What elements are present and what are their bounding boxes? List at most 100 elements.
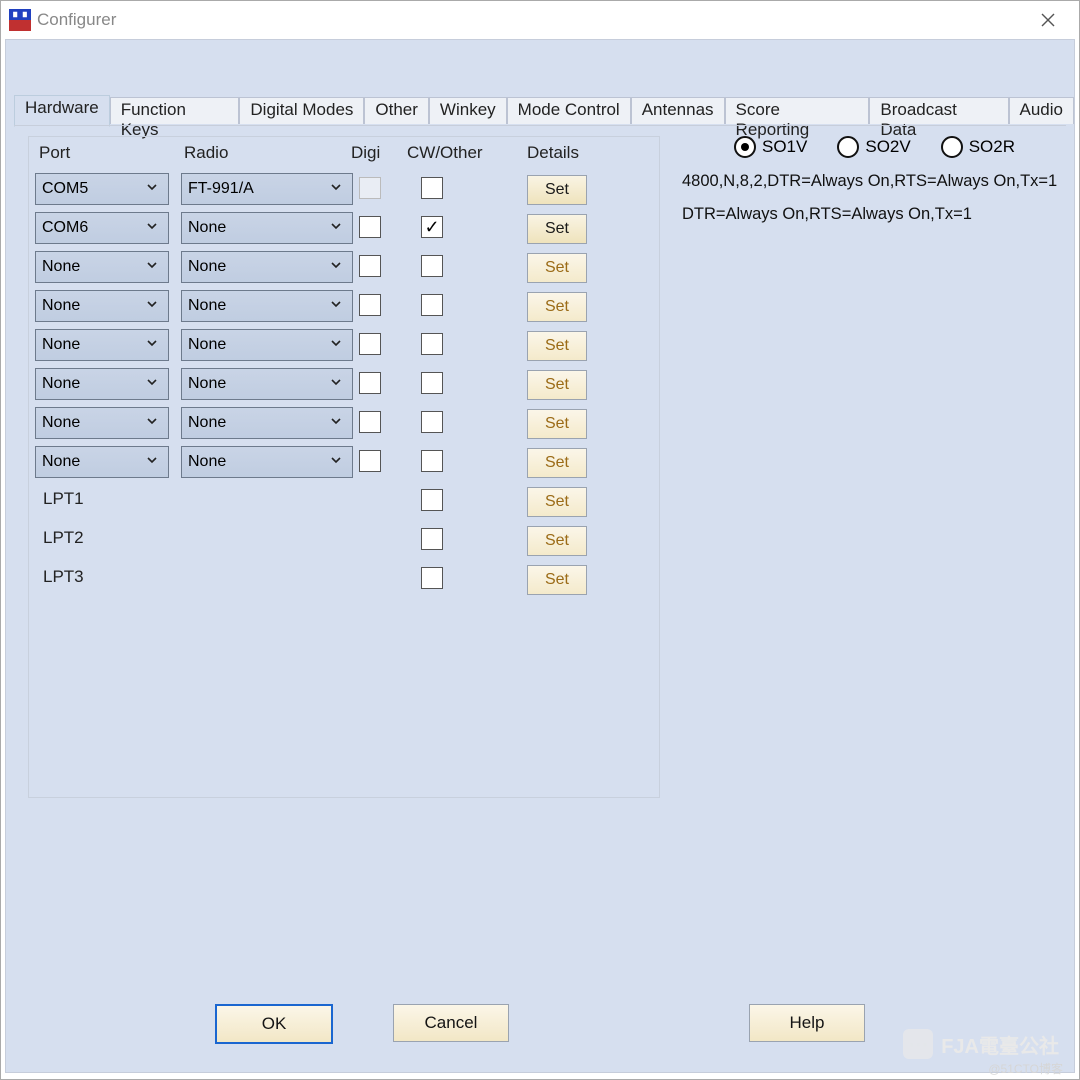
- radio-label: SO2R: [969, 137, 1015, 157]
- cw-checkbox[interactable]: [421, 528, 443, 550]
- port-combo[interactable]: None: [35, 446, 169, 478]
- mode-radio-so1v[interactable]: SO1V: [734, 136, 807, 158]
- radio-value: None: [188, 453, 226, 471]
- port-row: LPT2Set: [29, 524, 659, 558]
- port-value: None: [42, 414, 80, 432]
- mode-radio-so2r[interactable]: SO2R: [941, 136, 1015, 158]
- port-combo[interactable]: None: [35, 407, 169, 439]
- port-value: COM6: [42, 219, 88, 237]
- cw-checkbox[interactable]: [421, 450, 443, 472]
- port-value: None: [42, 375, 80, 393]
- mode-radio-so2v[interactable]: SO2V: [837, 136, 910, 158]
- digi-checkbox[interactable]: [359, 450, 381, 472]
- radio-combo[interactable]: None: [181, 212, 353, 244]
- col-header-radio: Radio: [184, 143, 228, 163]
- tab-other[interactable]: Other: [364, 97, 429, 124]
- cw-checkbox[interactable]: [421, 216, 443, 238]
- digi-checkbox[interactable]: [359, 255, 381, 277]
- row-detail-text: 4800,N,8,2,DTR=Always On,RTS=Always On,T…: [682, 172, 1066, 191]
- radio-combo[interactable]: None: [181, 251, 353, 283]
- cancel-button[interactable]: Cancel: [393, 1004, 509, 1042]
- tab-score-reporting[interactable]: Score Reporting: [725, 97, 870, 124]
- hardware-panel: Port Radio Digi CW/Other Details COM5FT-…: [14, 125, 1066, 952]
- cw-checkbox[interactable]: [421, 411, 443, 433]
- chevron-down-icon: [142, 258, 162, 276]
- digi-checkbox[interactable]: [359, 333, 381, 355]
- port-value: None: [42, 453, 80, 471]
- tab-winkey[interactable]: Winkey: [429, 97, 507, 124]
- tab-strip: HardwareFunction KeysDigital ModesOtherW…: [14, 97, 1074, 124]
- tab-hardware[interactable]: Hardware: [14, 95, 110, 127]
- window-title: Configurer: [37, 10, 116, 30]
- radio-value: None: [188, 219, 226, 237]
- cw-checkbox[interactable]: [421, 567, 443, 589]
- set-button[interactable]: Set: [527, 214, 587, 244]
- set-button[interactable]: Set: [527, 253, 587, 283]
- radio-combo[interactable]: FT-991/A: [181, 173, 353, 205]
- radio-icon: [941, 136, 963, 158]
- close-button[interactable]: [1025, 5, 1071, 35]
- ok-button[interactable]: OK: [215, 1004, 333, 1044]
- digi-checkbox[interactable]: [359, 216, 381, 238]
- tab-broadcast-data[interactable]: Broadcast Data: [869, 97, 1008, 124]
- col-header-cw: CW/Other: [407, 143, 483, 163]
- cw-checkbox[interactable]: [421, 489, 443, 511]
- digi-checkbox[interactable]: [359, 294, 381, 316]
- tab-digital-modes[interactable]: Digital Modes: [239, 97, 364, 124]
- port-combo[interactable]: None: [35, 329, 169, 361]
- digi-checkbox[interactable]: [359, 411, 381, 433]
- radio-label: SO2V: [865, 137, 910, 157]
- tab-function-keys[interactable]: Function Keys: [110, 97, 240, 124]
- help-button[interactable]: Help: [749, 1004, 865, 1042]
- ports-group: Port Radio Digi CW/Other Details COM5FT-…: [28, 136, 660, 798]
- radio-combo[interactable]: None: [181, 368, 353, 400]
- cw-checkbox[interactable]: [421, 372, 443, 394]
- cw-checkbox[interactable]: [421, 255, 443, 277]
- port-label: LPT3: [43, 567, 84, 587]
- port-value: None: [42, 336, 80, 354]
- radio-combo[interactable]: None: [181, 446, 353, 478]
- cw-checkbox[interactable]: [421, 333, 443, 355]
- cw-checkbox[interactable]: [421, 177, 443, 199]
- port-row: None None Set: [29, 446, 659, 480]
- port-row: None None Set: [29, 407, 659, 441]
- set-button[interactable]: Set: [527, 292, 587, 322]
- set-button[interactable]: Set: [527, 565, 587, 595]
- radio-icon: [837, 136, 859, 158]
- set-button[interactable]: Set: [527, 409, 587, 439]
- set-button[interactable]: Set: [527, 526, 587, 556]
- right-area: SO1V SO2V SO2R 4800,N,8,2,DTR=Always On,RT…: [674, 136, 1066, 224]
- cw-checkbox[interactable]: [421, 294, 443, 316]
- port-combo[interactable]: None: [35, 251, 169, 283]
- radio-value: None: [188, 297, 226, 315]
- radio-combo[interactable]: None: [181, 290, 353, 322]
- port-combo[interactable]: None: [35, 290, 169, 322]
- titlebar: Configurer: [1, 1, 1079, 39]
- port-combo[interactable]: None: [35, 368, 169, 400]
- col-header-digi: Digi: [351, 143, 380, 163]
- tab-mode-control[interactable]: Mode Control: [507, 97, 631, 124]
- chevron-down-icon: [142, 336, 162, 354]
- set-button[interactable]: Set: [527, 487, 587, 517]
- port-combo[interactable]: COM6: [35, 212, 169, 244]
- chevron-down-icon: [326, 219, 346, 237]
- chevron-down-icon: [326, 375, 346, 393]
- set-button[interactable]: Set: [527, 175, 587, 205]
- chevron-down-icon: [326, 414, 346, 432]
- digi-checkbox[interactable]: [359, 372, 381, 394]
- port-value: None: [42, 297, 80, 315]
- set-button[interactable]: Set: [527, 370, 587, 400]
- port-row: COM6 None Set: [29, 212, 659, 246]
- tab-antennas[interactable]: Antennas: [631, 97, 725, 124]
- radio-combo[interactable]: None: [181, 329, 353, 361]
- tab-audio[interactable]: Audio: [1009, 97, 1074, 124]
- chevron-down-icon: [142, 414, 162, 432]
- set-button[interactable]: Set: [527, 448, 587, 478]
- radio-combo[interactable]: None: [181, 407, 353, 439]
- port-combo[interactable]: COM5: [35, 173, 169, 205]
- radio-label: SO1V: [762, 137, 807, 157]
- chevron-down-icon: [142, 180, 162, 198]
- port-row: None None Set: [29, 251, 659, 285]
- set-button[interactable]: Set: [527, 331, 587, 361]
- chevron-down-icon: [142, 219, 162, 237]
